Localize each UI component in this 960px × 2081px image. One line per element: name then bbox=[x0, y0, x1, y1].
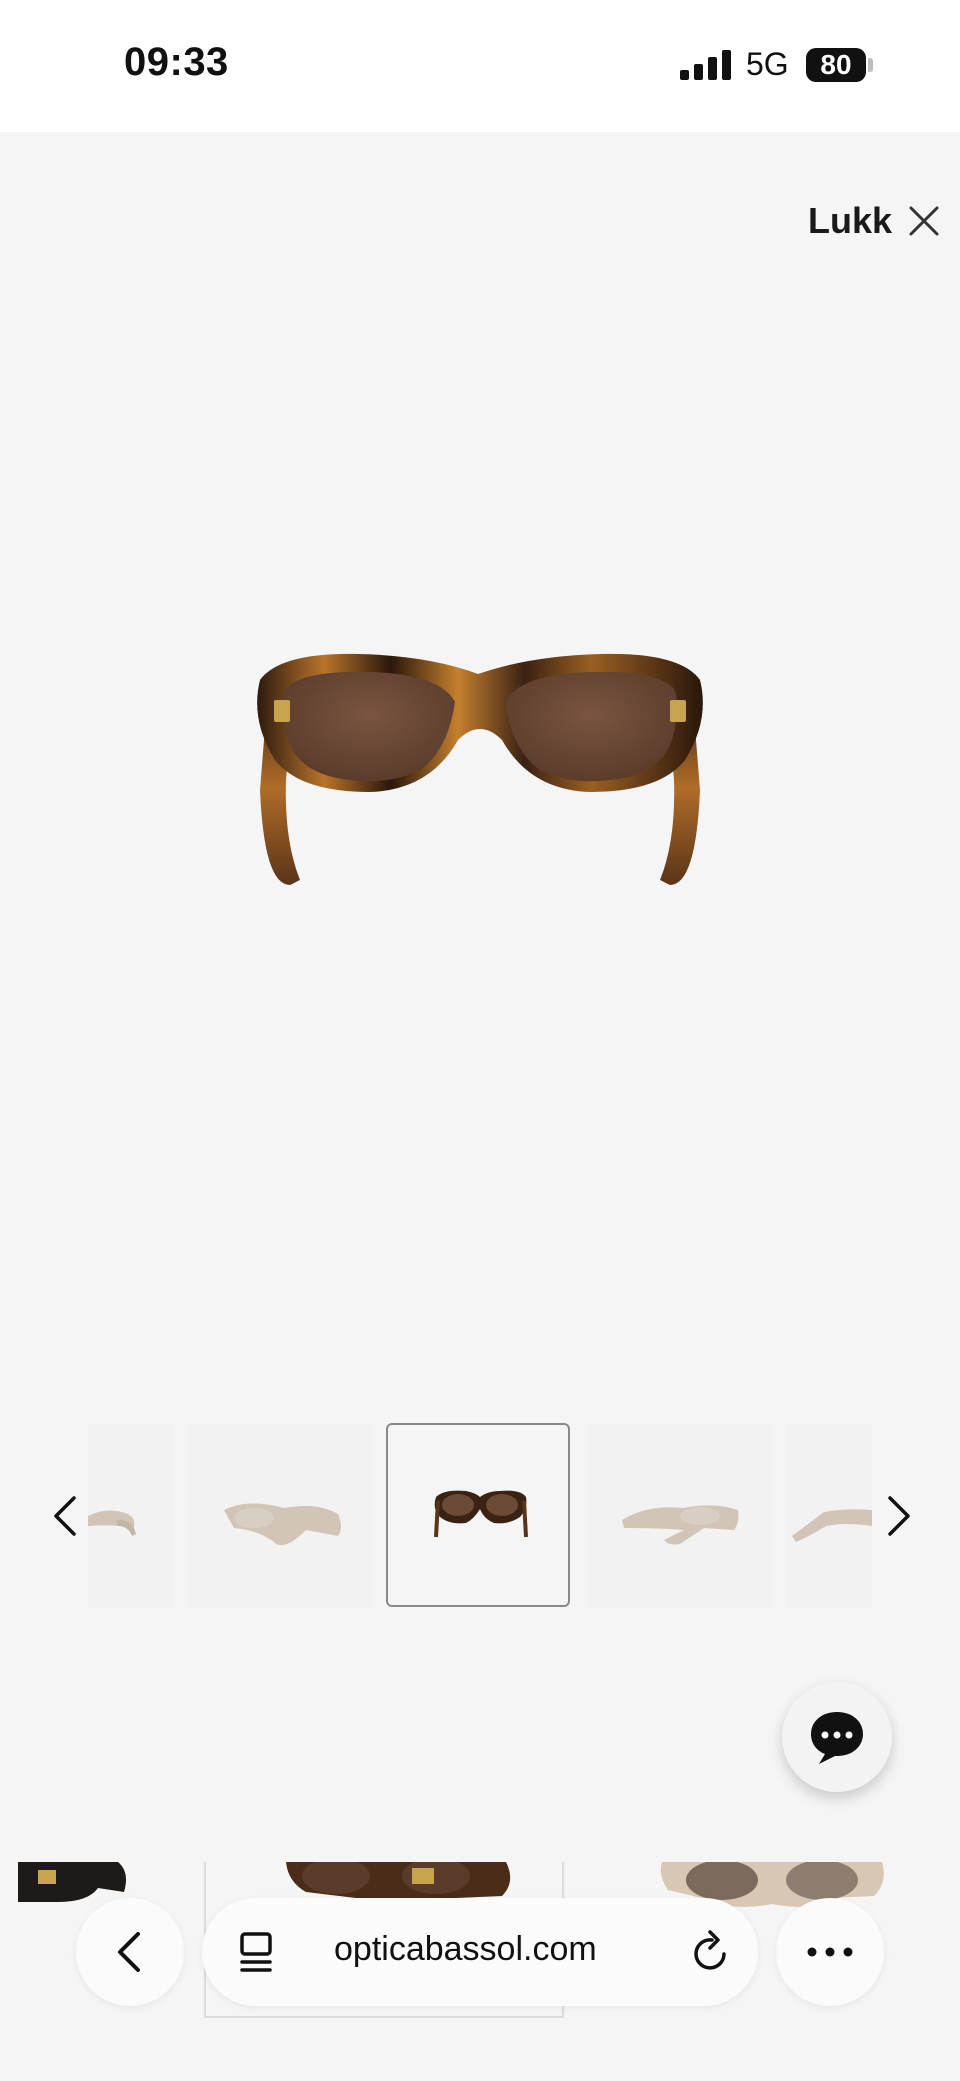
url-text: opticabassol.com bbox=[334, 1930, 597, 1968]
thumbnail-3-image bbox=[434, 1490, 528, 1538]
thumbnail-3-active[interactable] bbox=[386, 1423, 570, 1607]
status-bar: 09:33 5G 80 bbox=[0, 0, 960, 132]
close-button[interactable]: Lukk bbox=[808, 196, 940, 246]
chevron-right-icon[interactable] bbox=[878, 1494, 918, 1538]
thumbnail-2[interactable] bbox=[188, 1424, 372, 1608]
close-label: Lukk bbox=[808, 200, 893, 241]
battery-tip bbox=[868, 58, 873, 72]
thumbnail-2-image bbox=[224, 1503, 341, 1546]
reload-icon[interactable] bbox=[690, 1928, 734, 1974]
battery-level: 80 bbox=[820, 49, 852, 80]
thumbnail-1-image bbox=[88, 1510, 136, 1536]
back-button[interactable] bbox=[76, 1898, 184, 2006]
reader-icon[interactable] bbox=[236, 1930, 276, 1974]
thumbnail-5-image bbox=[792, 1509, 872, 1542]
chat-bubble-icon bbox=[811, 1712, 863, 1764]
thumbnail-5[interactable] bbox=[786, 1424, 872, 1608]
address-bar[interactable]: opticabassol.com bbox=[202, 1898, 758, 2006]
back-icon bbox=[118, 1932, 140, 1972]
signal-icon bbox=[680, 50, 731, 80]
product-image-sunglasses bbox=[257, 653, 703, 885]
more-icon bbox=[807, 1947, 853, 1957]
thumbnail-4[interactable] bbox=[588, 1424, 772, 1608]
thumbnail-1[interactable] bbox=[88, 1424, 174, 1608]
battery-icon: 80 bbox=[806, 48, 866, 82]
chat-button[interactable] bbox=[782, 1682, 892, 1792]
close-icon bbox=[909, 206, 939, 236]
more-button[interactable] bbox=[776, 1898, 884, 2006]
network-type: 5G bbox=[746, 46, 789, 82]
chevron-left-icon[interactable] bbox=[46, 1494, 86, 1538]
status-time: 09:33 bbox=[124, 40, 229, 84]
thumbnail-4-image bbox=[622, 1505, 739, 1545]
